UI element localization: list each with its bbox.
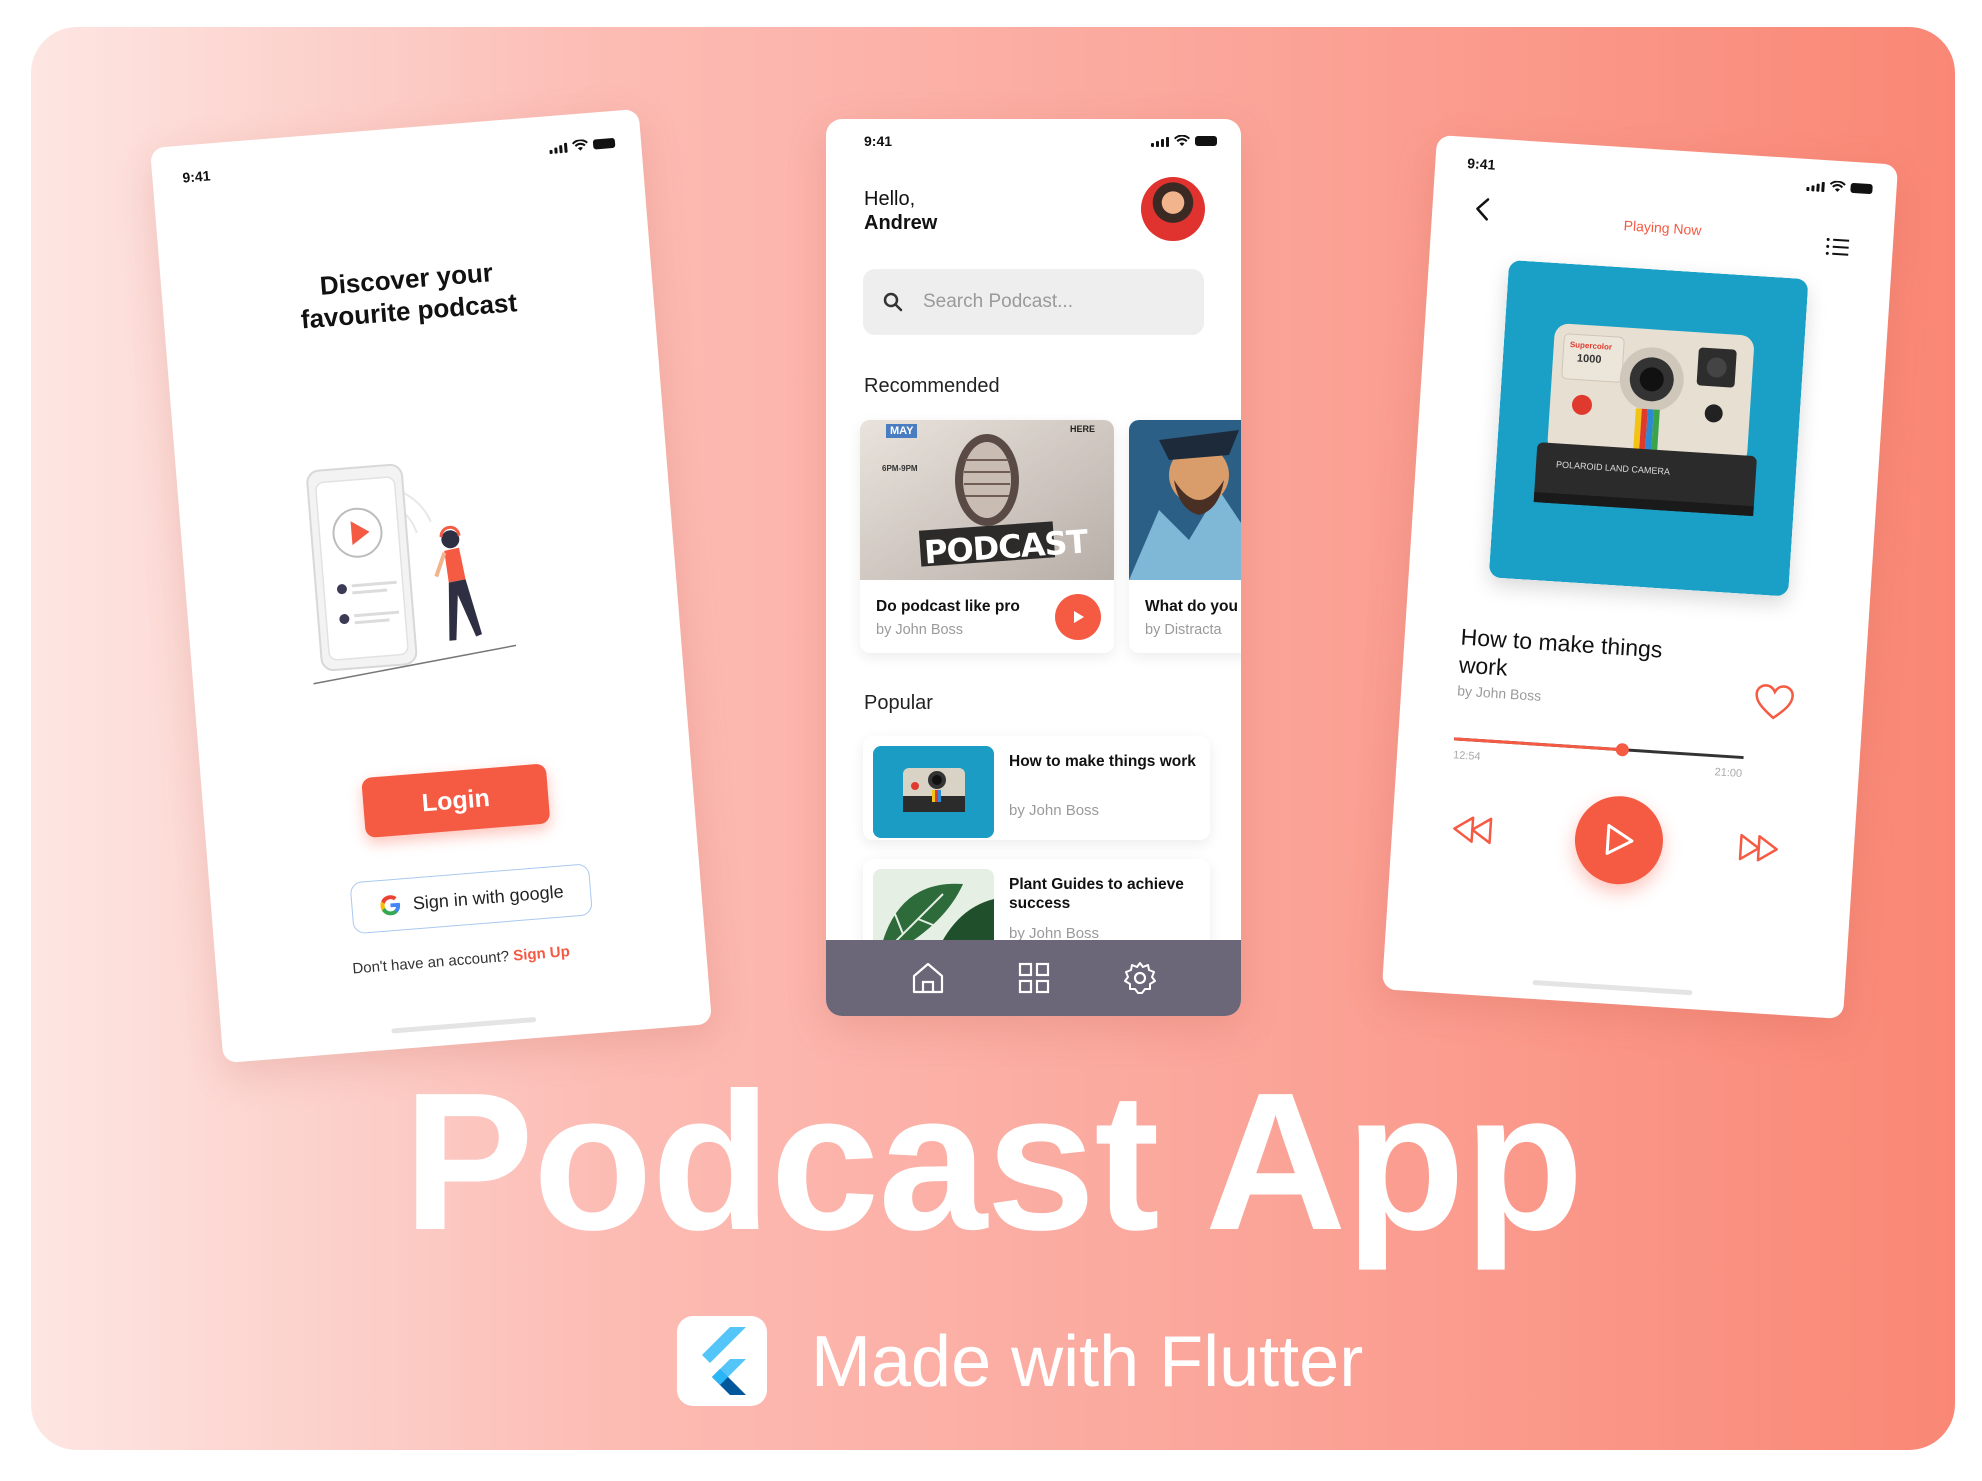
promo-background: 9:41 Discover your favourite podcast Log… [31,27,1955,1450]
recommended-author: by John Boss [876,622,964,638]
user-name: Andrew [864,212,938,234]
cover-corner-text: HERE [1070,424,1096,434]
play-icon [1074,611,1084,623]
bottom-navigation [826,940,1241,1016]
flutter-logo [677,1316,767,1406]
login-button[interactable]: Login [361,763,551,839]
play-button[interactable] [1572,793,1666,887]
signup-prompt: Don't have an account? Sign Up [216,932,706,988]
play-icon [1605,824,1634,855]
wifi-icon [571,139,588,151]
search-placeholder: Search Podcast... [923,291,1073,312]
login-title: Discover your favourite podcast [161,243,655,346]
podcast-cover-art [1129,420,1241,580]
episode-title: How to make things work [1458,623,1664,681]
status-icons [1151,135,1217,147]
play-button[interactable] [1055,594,1101,640]
playlist-icon[interactable] [1825,236,1850,258]
camera-badge-line2: 1000 [1576,352,1602,367]
search-input[interactable]: Search Podcast... [863,269,1204,335]
signal-icon [549,141,568,154]
popular-title: How to make things work [1009,753,1196,770]
recommended-title: What do you [1145,598,1238,615]
search-icon [883,292,903,312]
flutter-icon [702,1327,746,1395]
battery-icon [1195,136,1217,146]
greeting: Hello, Andrew [864,187,937,235]
popular-author: by John Boss [1009,802,1100,819]
status-time: 9:41 [181,167,212,186]
headline: Podcast App [403,1052,1584,1271]
google-signin-label: Sign in with google [411,880,565,913]
player-screen: 9:41 Playing Now Supercolor 1000 POLAROI… [1381,134,1899,1020]
popular-item[interactable]: How to make things work by John Boss [863,736,1210,840]
recommended-card[interactable]: What do you by Distracta [1129,420,1241,653]
camera-thumbnail [873,746,994,838]
popular-heading: Popular [864,692,933,714]
battery-icon [592,137,616,150]
signal-icon [1806,179,1825,192]
episode-cover-art: Supercolor 1000 POLAROID LAND CAMERA [1488,259,1809,597]
status-time: 9:41 [1466,155,1496,173]
rewind-icon[interactable] [1449,812,1495,847]
tagline: Made with Flutter [811,1322,1364,1402]
polaroid-camera-image [1488,259,1809,597]
settings-icon[interactable] [1122,960,1158,996]
progress-knob[interactable] [1615,742,1630,757]
episode-author: by John Boss [1456,682,1542,704]
signal-icon [1151,136,1169,147]
status-icons [1806,179,1873,195]
google-signin-button[interactable]: Sign in with google [349,863,593,935]
google-icon [380,895,401,916]
fast-forward-icon[interactable] [1736,831,1782,866]
home-icon[interactable] [910,960,946,996]
wifi-icon [1829,180,1846,192]
recommended-title: Do podcast like pro [876,598,1020,615]
home-screen: 9:41 Hello, Andrew Search Podcast... Rec… [826,119,1241,1016]
home-indicator [1532,979,1693,996]
avatar[interactable] [1141,177,1205,241]
total-time: 21:00 [1714,766,1743,780]
recommended-card[interactable]: MAY HERE 6PM-9PM PODCAST Do podcast like… [860,420,1114,653]
status-icons [549,137,616,154]
no-account-text: Don't have an account? [351,947,510,978]
podcast-listener-illustration [306,463,517,685]
progress-bar[interactable] [1454,737,1744,760]
home-indicator [391,1016,537,1034]
status-time: 9:41 [864,133,893,149]
popular-title: Plant Guides to achieve success [1009,876,1184,912]
grid-icon[interactable] [1016,960,1052,996]
heart-icon[interactable] [1752,682,1796,723]
signup-link[interactable]: Sign Up [513,943,571,964]
playing-now-header: Playing Now [1623,217,1702,239]
greeting-text: Hello, [864,188,916,210]
wifi-icon [1174,135,1190,146]
recommended-author: by Distracta [1145,622,1222,638]
recommended-heading: Recommended [864,375,1000,397]
progress-fill [1454,737,1623,752]
cover-month: MAY [886,424,918,438]
battery-icon [1850,182,1873,195]
elapsed-time: 12:54 [1452,749,1481,764]
cover-time: 6PM-9PM [882,464,918,473]
login-screen: 9:41 Discover your favourite podcast Log… [149,108,713,1064]
